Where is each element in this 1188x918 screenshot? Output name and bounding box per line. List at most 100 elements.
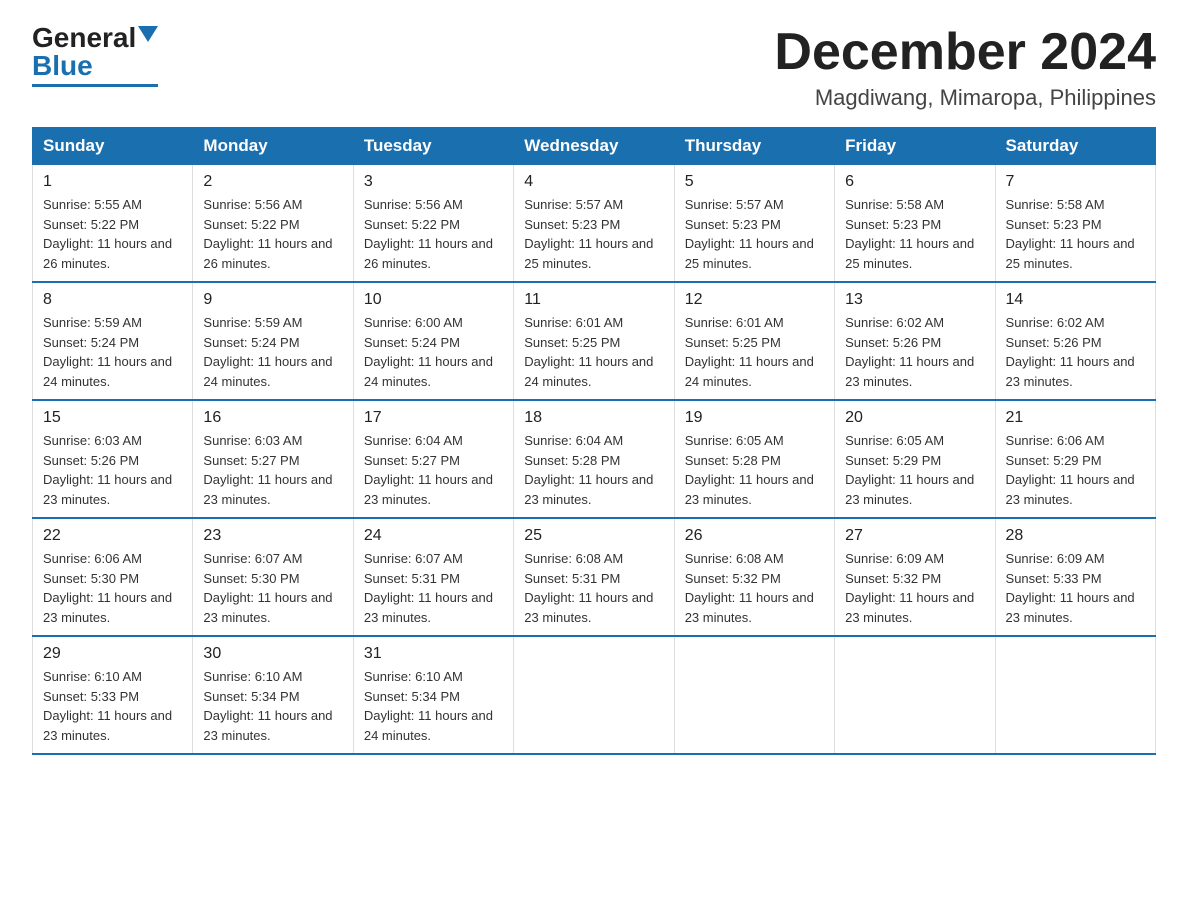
logo-blue-text: Blue <box>32 52 93 80</box>
day-info: Sunrise: 6:08 AMSunset: 5:31 PMDaylight:… <box>524 551 653 625</box>
day-number: 14 <box>1006 291 1145 309</box>
calendar-cell: 21 Sunrise: 6:06 AMSunset: 5:29 PMDayligh… <box>995 400 1155 518</box>
day-number: 7 <box>1006 173 1145 191</box>
day-number: 15 <box>43 409 182 427</box>
day-number: 31 <box>364 645 503 663</box>
day-info: Sunrise: 5:57 AMSunset: 5:23 PMDaylight:… <box>524 197 653 271</box>
day-number: 21 <box>1006 409 1145 427</box>
day-number: 18 <box>524 409 663 427</box>
day-info: Sunrise: 6:03 AMSunset: 5:26 PMDaylight:… <box>43 433 172 507</box>
day-number: 6 <box>845 173 984 191</box>
logo-underline <box>32 84 158 87</box>
calendar-cell <box>674 636 834 754</box>
calendar-cell: 20Sunrise: 6:05 AMSunset: 5:29 PMDayligh… <box>835 400 995 518</box>
calendar-week-1: 1Sunrise: 5:55 AMSunset: 5:22 PMDaylight… <box>33 165 1156 283</box>
column-header-wednesday: Wednesday <box>514 128 674 165</box>
calendar-week-2: 8 Sunrise: 5:59 AMSunset: 5:24 PMDaylight… <box>33 282 1156 400</box>
day-info: Sunrise: 6:01 AMSunset: 5:25 PMDaylight:… <box>685 315 814 389</box>
calendar-cell: 10 Sunrise: 6:00 AMSunset: 5:24 PMDayligh… <box>353 282 513 400</box>
calendar-cell <box>995 636 1155 754</box>
day-info: Sunrise: 6:04 AMSunset: 5:27 PMDaylight:… <box>364 433 493 507</box>
day-number: 2 <box>203 173 342 191</box>
calendar-cell: 17 Sunrise: 6:04 AMSunset: 5:27 PMDayligh… <box>353 400 513 518</box>
day-info: Sunrise: 6:05 AMSunset: 5:28 PMDaylight:… <box>685 433 814 507</box>
day-info: Sunrise: 6:07 AMSunset: 5:31 PMDaylight:… <box>364 551 493 625</box>
calendar-cell: 19 Sunrise: 6:05 AMSunset: 5:28 PMDayligh… <box>674 400 834 518</box>
calendar-cell: 24 Sunrise: 6:07 AMSunset: 5:31 PMDayligh… <box>353 518 513 636</box>
column-header-tuesday: Tuesday <box>353 128 513 165</box>
day-info: Sunrise: 6:09 AMSunset: 5:32 PMDaylight:… <box>845 551 974 625</box>
day-number: 3 <box>364 173 503 191</box>
calendar-cell: 26Sunrise: 6:08 AMSunset: 5:32 PMDayligh… <box>674 518 834 636</box>
calendar-cell: 15 Sunrise: 6:03 AMSunset: 5:26 PMDayligh… <box>33 400 193 518</box>
day-info: Sunrise: 6:03 AMSunset: 5:27 PMDaylight:… <box>203 433 332 507</box>
calendar-cell <box>835 636 995 754</box>
day-info: Sunrise: 6:08 AMSunset: 5:32 PMDaylight:… <box>685 551 814 625</box>
calendar-cell: 22 Sunrise: 6:06 AMSunset: 5:30 PMDayligh… <box>33 518 193 636</box>
calendar-week-3: 15 Sunrise: 6:03 AMSunset: 5:26 PMDayligh… <box>33 400 1156 518</box>
calendar-cell: 11Sunrise: 6:01 AMSunset: 5:25 PMDayligh… <box>514 282 674 400</box>
calendar-cell: 13Sunrise: 6:02 AMSunset: 5:26 PMDayligh… <box>835 282 995 400</box>
calendar-week-4: 22 Sunrise: 6:06 AMSunset: 5:30 PMDayligh… <box>33 518 1156 636</box>
column-header-monday: Monday <box>193 128 353 165</box>
day-number: 29 <box>43 645 182 663</box>
calendar-cell: 16 Sunrise: 6:03 AMSunset: 5:27 PMDayligh… <box>193 400 353 518</box>
day-info: Sunrise: 5:56 AMSunset: 5:22 PMDaylight:… <box>203 197 332 271</box>
calendar-cell: 25 Sunrise: 6:08 AMSunset: 5:31 PMDayligh… <box>514 518 674 636</box>
column-header-saturday: Saturday <box>995 128 1155 165</box>
day-number: 10 <box>364 291 503 309</box>
day-number: 12 <box>685 291 824 309</box>
day-info: Sunrise: 6:07 AMSunset: 5:30 PMDaylight:… <box>203 551 332 625</box>
calendar-header: SundayMondayTuesdayWednesdayThursdayFrid… <box>33 128 1156 165</box>
calendar-table: SundayMondayTuesdayWednesdayThursdayFrid… <box>32 127 1156 755</box>
calendar-cell: 23Sunrise: 6:07 AMSunset: 5:30 PMDayligh… <box>193 518 353 636</box>
day-info: Sunrise: 6:04 AMSunset: 5:28 PMDaylight:… <box>524 433 653 507</box>
calendar-week-5: 29 Sunrise: 6:10 AMSunset: 5:33 PMDayligh… <box>33 636 1156 754</box>
day-number: 22 <box>43 527 182 545</box>
day-info: Sunrise: 6:06 AMSunset: 5:30 PMDaylight:… <box>43 551 172 625</box>
calendar-cell: 14 Sunrise: 6:02 AMSunset: 5:26 PMDayligh… <box>995 282 1155 400</box>
day-info: Sunrise: 6:10 AMSunset: 5:34 PMDaylight:… <box>364 669 493 743</box>
calendar-cell: 3Sunrise: 5:56 AMSunset: 5:22 PMDaylight… <box>353 165 513 283</box>
day-info: Sunrise: 6:06 AMSunset: 5:29 PMDaylight:… <box>1006 433 1135 507</box>
day-number: 8 <box>43 291 182 309</box>
day-info: Sunrise: 6:02 AMSunset: 5:26 PMDaylight:… <box>1006 315 1135 389</box>
calendar-cell: 8Sunrise: 5:59 AMSunset: 5:24 PMDaylight… <box>33 282 193 400</box>
day-number: 9 <box>203 291 342 309</box>
column-header-thursday: Thursday <box>674 128 834 165</box>
calendar-cell: 18 Sunrise: 6:04 AMSunset: 5:28 PMDayligh… <box>514 400 674 518</box>
day-number: 17 <box>364 409 503 427</box>
day-info: Sunrise: 5:58 AMSunset: 5:23 PMDaylight:… <box>1006 197 1135 271</box>
calendar-cell: 29 Sunrise: 6:10 AMSunset: 5:33 PMDayligh… <box>33 636 193 754</box>
day-number: 27 <box>845 527 984 545</box>
calendar-cell: 28 Sunrise: 6:09 AMSunset: 5:33 PMDayligh… <box>995 518 1155 636</box>
calendar-body: 1Sunrise: 5:55 AMSunset: 5:22 PMDaylight… <box>33 165 1156 755</box>
calendar-cell <box>514 636 674 754</box>
day-number: 24 <box>364 527 503 545</box>
page-header: General Blue December 2024 Magdiwang, Mi… <box>32 24 1156 111</box>
day-info: Sunrise: 5:58 AMSunset: 5:23 PMDaylight:… <box>845 197 974 271</box>
day-number: 25 <box>524 527 663 545</box>
day-number: 1 <box>43 173 182 191</box>
day-info: Sunrise: 6:00 AMSunset: 5:24 PMDaylight:… <box>364 315 493 389</box>
day-number: 11 <box>524 291 663 309</box>
calendar-cell: 7 Sunrise: 5:58 AMSunset: 5:23 PMDaylight… <box>995 165 1155 283</box>
calendar-cell: 2 Sunrise: 5:56 AMSunset: 5:22 PMDaylight… <box>193 165 353 283</box>
column-header-sunday: Sunday <box>33 128 193 165</box>
logo: General Blue <box>32 24 158 87</box>
day-number: 20 <box>845 409 984 427</box>
day-number: 5 <box>685 173 824 191</box>
logo-general-text: General <box>32 24 136 52</box>
day-number: 19 <box>685 409 824 427</box>
calendar-cell: 27 Sunrise: 6:09 AMSunset: 5:32 PMDayligh… <box>835 518 995 636</box>
day-info: Sunrise: 6:10 AMSunset: 5:34 PMDaylight:… <box>203 669 332 743</box>
day-number: 28 <box>1006 527 1145 545</box>
day-number: 16 <box>203 409 342 427</box>
day-info: Sunrise: 6:10 AMSunset: 5:33 PMDaylight:… <box>43 669 172 743</box>
month-title: December 2024 <box>774 24 1156 81</box>
day-number: 4 <box>524 173 663 191</box>
day-info: Sunrise: 5:59 AMSunset: 5:24 PMDaylight:… <box>203 315 332 389</box>
logo-triangle-icon <box>138 26 158 42</box>
day-info: Sunrise: 6:09 AMSunset: 5:33 PMDaylight:… <box>1006 551 1135 625</box>
day-info: Sunrise: 6:02 AMSunset: 5:26 PMDaylight:… <box>845 315 974 389</box>
